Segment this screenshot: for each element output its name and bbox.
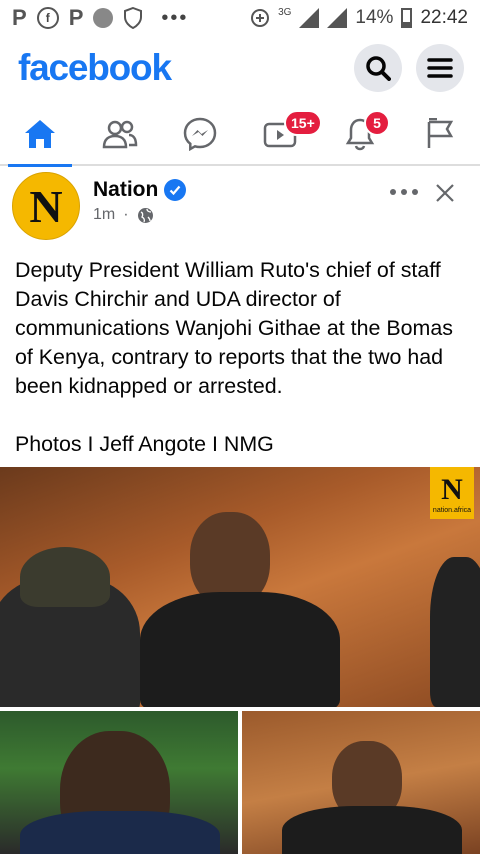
globe-icon xyxy=(137,207,153,223)
photo-person xyxy=(282,806,462,854)
signal-icon xyxy=(327,8,348,28)
status-bar: P f P ••• 3G 14% 22:42 xyxy=(0,0,480,36)
post-text: Deputy President William Ruto's chief of… xyxy=(15,258,453,456)
tab-messenger[interactable] xyxy=(160,106,240,162)
facebook-icon: f xyxy=(36,7,59,29)
notifications-badge: 5 xyxy=(364,110,390,136)
post-photo-left[interactable] xyxy=(0,711,238,854)
page-name-row: Nation xyxy=(93,178,187,202)
post-meta: 1m · xyxy=(93,206,154,224)
clock: 22:42 xyxy=(420,7,468,28)
tab-watch[interactable]: 15+ xyxy=(240,106,322,162)
battery-icon xyxy=(401,8,413,28)
shield-icon xyxy=(124,7,143,29)
friends-icon xyxy=(102,120,138,149)
tab-bar: 15+ 5 xyxy=(0,104,480,167)
photo-person xyxy=(430,557,480,707)
page-name[interactable]: Nation xyxy=(93,178,158,202)
meta-separator: · xyxy=(123,206,129,223)
search-icon xyxy=(366,56,391,81)
post-photo-right[interactable] xyxy=(242,711,480,854)
tab-home[interactable] xyxy=(0,106,80,167)
flag-icon xyxy=(427,118,454,148)
more-notifications-icon: ••• xyxy=(161,6,189,29)
more-options-button[interactable] xyxy=(386,178,422,206)
facebook-logo[interactable]: facebook xyxy=(18,47,172,89)
network-type: 3G xyxy=(278,6,292,18)
menu-button[interactable] xyxy=(416,44,464,92)
photo-cap xyxy=(20,547,110,607)
photo-person xyxy=(140,592,340,707)
photo-person xyxy=(20,811,220,854)
hide-post-button[interactable] xyxy=(430,178,460,208)
watermark-text: nation.africa xyxy=(432,506,472,514)
nation-watermark: N nation.africa xyxy=(430,467,474,519)
close-icon xyxy=(436,184,454,202)
tab-notifications[interactable]: 5 xyxy=(320,106,400,162)
hamburger-menu-icon xyxy=(427,58,453,78)
app-header: facebook xyxy=(0,38,480,98)
verified-badge-icon xyxy=(164,179,187,201)
data-plus-icon xyxy=(251,9,270,27)
home-icon xyxy=(25,120,55,148)
signal-icon xyxy=(299,8,320,28)
post-header: N Nation 1m · xyxy=(0,170,480,244)
post-time[interactable]: 1m xyxy=(93,206,115,224)
video-badge: 15+ xyxy=(284,110,322,136)
messenger-icon xyxy=(183,117,217,151)
page-avatar[interactable]: N xyxy=(12,172,80,240)
tab-pages[interactable] xyxy=(400,106,480,162)
watermark-letter: N xyxy=(441,472,463,506)
search-button[interactable] xyxy=(354,44,402,92)
post-photo-main[interactable]: N nation.africa xyxy=(0,467,480,707)
battery-percent: 14% xyxy=(355,7,394,28)
pinterest-icon: P xyxy=(68,5,84,30)
tab-friends[interactable] xyxy=(80,106,160,162)
more-horizontal-icon xyxy=(390,189,418,195)
data-saver-icon xyxy=(93,8,114,28)
pinterest-icon: P xyxy=(12,5,27,30)
